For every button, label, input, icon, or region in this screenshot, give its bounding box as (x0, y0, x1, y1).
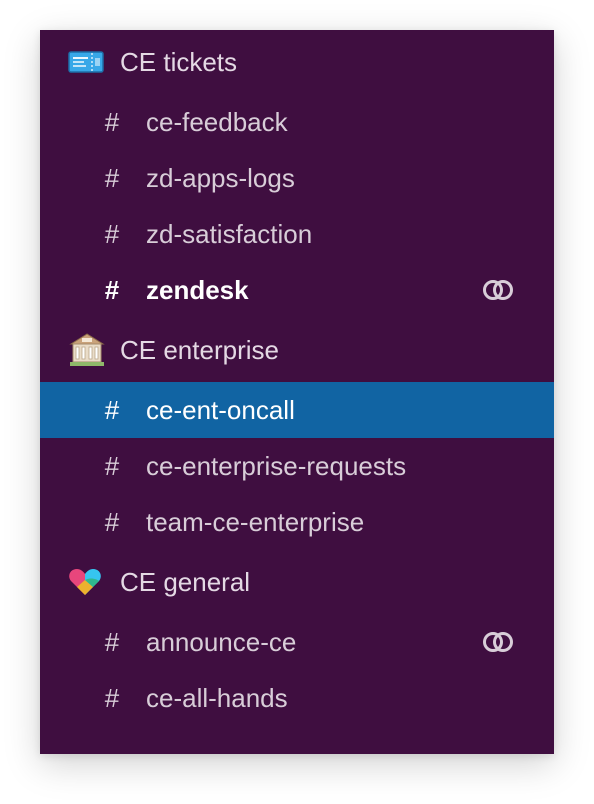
channel-team-ce-enterprise[interactable]: # team-ce-enterprise (40, 494, 554, 550)
hash-icon: # (104, 274, 120, 305)
hash-icon: # (104, 106, 120, 137)
section-header-ce-general[interactable]: CE general (40, 550, 554, 614)
channel-ce-enterprise-requests[interactable]: # ce-enterprise-requests (40, 438, 554, 494)
hash-icon: # (104, 626, 120, 657)
channel-name: announce-ce (146, 626, 297, 657)
bank-building-icon (68, 330, 108, 370)
channel-zendesk[interactable]: # zendesk (40, 262, 554, 318)
hash-icon: # (104, 394, 120, 425)
channel-name: ce-ent-oncall (146, 394, 295, 425)
section-title: CE enterprise (120, 334, 279, 365)
section-header-ce-tickets[interactable]: CE tickets (40, 30, 554, 94)
channel-name: ce-all-hands (146, 682, 288, 713)
multicolor-heart-icon (68, 562, 108, 602)
channel-name: ce-enterprise-requests (146, 450, 407, 481)
hash-icon: # (104, 682, 120, 713)
channel-ce-ent-oncall[interactable]: # ce-ent-oncall (40, 382, 554, 438)
channel-zd-apps-logs[interactable]: # zd-apps-logs (40, 150, 554, 206)
channel-ce-feedback[interactable]: # ce-feedback (40, 94, 554, 150)
ticket-icon (68, 42, 108, 82)
channel-name: team-ce-enterprise (146, 506, 365, 537)
hash-icon: # (104, 218, 120, 249)
hash-icon: # (104, 162, 120, 193)
channel-ce-all-hands[interactable]: # ce-all-hands (40, 670, 554, 726)
section-title: CE tickets (120, 46, 238, 77)
hash-icon: # (104, 506, 120, 537)
channel-name: zd-satisfaction (146, 218, 313, 249)
channel-announce-ce[interactable]: # announce-ce (40, 614, 554, 670)
section-header-ce-enterprise[interactable]: CE enterprise (40, 318, 554, 382)
shared-channel-icon (482, 277, 514, 303)
section-title: CE general (120, 566, 251, 597)
channel-name: zendesk (146, 274, 249, 305)
channel-zd-satisfaction[interactable]: # zd-satisfaction (40, 206, 554, 262)
channel-sidebar: CE tickets # ce-feedback # zd-apps-logs … (40, 30, 554, 754)
channel-name: zd-apps-logs (146, 162, 295, 193)
hash-icon: # (104, 450, 120, 481)
channel-name: ce-feedback (146, 106, 288, 137)
shared-channel-icon (482, 629, 514, 655)
